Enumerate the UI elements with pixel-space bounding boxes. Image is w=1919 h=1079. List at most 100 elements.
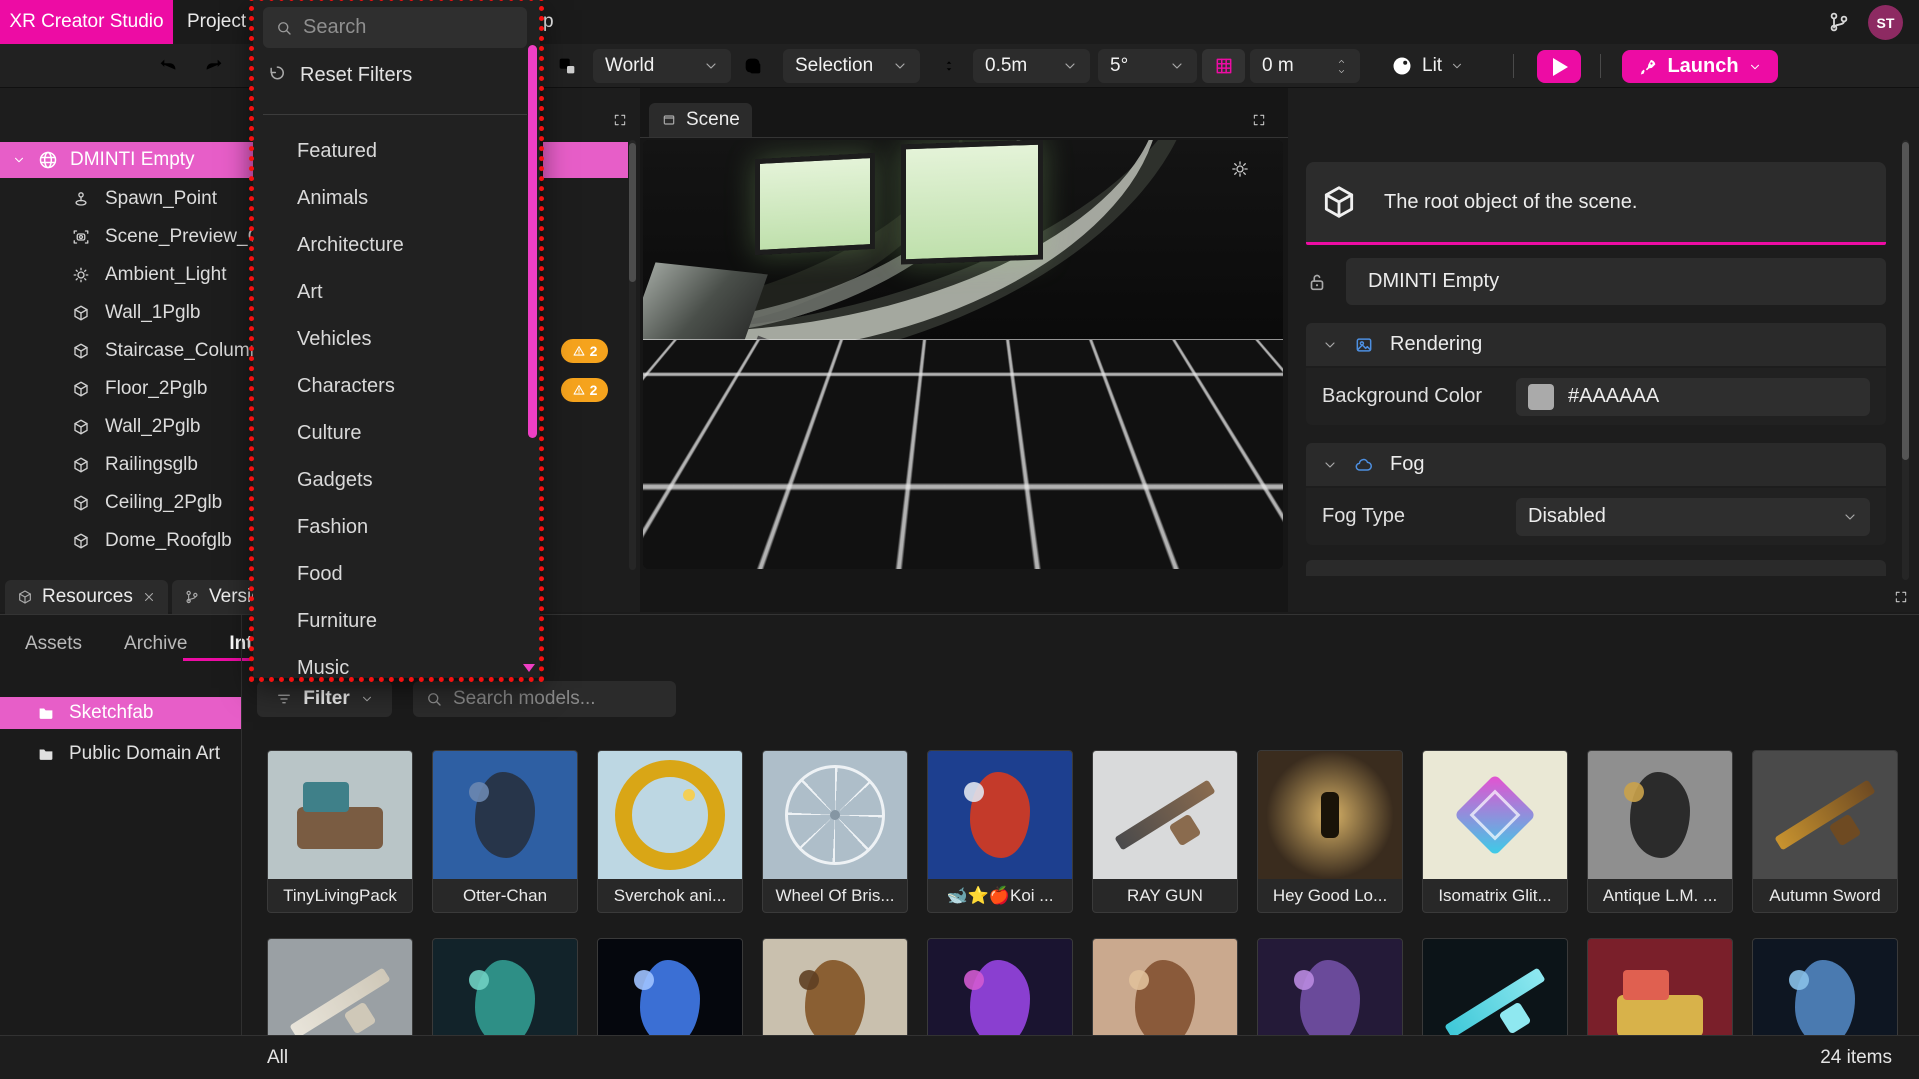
model-card[interactable]: Hey Good Lo... xyxy=(1257,750,1403,913)
stepper-arrows[interactable] xyxy=(1335,57,1348,76)
panel-divider[interactable] xyxy=(241,615,242,1035)
collapsed-section-partial[interactable] xyxy=(1306,560,1886,576)
subtab-archive[interactable]: Archive xyxy=(124,633,187,655)
color-field[interactable]: #AAAAAA xyxy=(1516,378,1870,416)
lock-open-icon[interactable] xyxy=(1306,271,1328,293)
warning-badge[interactable]: 2 xyxy=(561,339,608,363)
avatar[interactable]: ST xyxy=(1868,5,1903,40)
asset-selected-row[interactable] xyxy=(543,142,628,178)
cube-icon xyxy=(72,532,90,550)
color-swatch xyxy=(1528,384,1554,410)
category-item[interactable]: Fashion xyxy=(253,504,540,551)
tab-resources-label: Resources xyxy=(42,586,133,608)
category-search-input[interactable] xyxy=(303,16,540,39)
hint-key: Q xyxy=(744,536,770,560)
grid-offset-stepper[interactable]: 0 m xyxy=(1250,49,1360,83)
shading-dropdown[interactable]: Lit xyxy=(1390,49,1464,83)
select-field[interactable]: Disabled xyxy=(1516,498,1870,536)
model-card[interactable]: Antique L.M. ... xyxy=(1587,750,1733,913)
model-card[interactable]: TinyLivingPack xyxy=(267,750,413,913)
chevron-down-icon[interactable] xyxy=(12,153,26,167)
warning-badge[interactable]: 2 xyxy=(561,378,608,402)
section-header[interactable]: Rendering xyxy=(1306,323,1886,366)
gizmo-axis-dot[interactable] xyxy=(1173,536,1199,562)
rocket-icon xyxy=(1638,57,1658,77)
gizmo-neg-x-handle[interactable] xyxy=(1133,475,1159,501)
viewport-hotkey-hints: FFocusQERotateGGrabEscDeselect xyxy=(652,536,1075,560)
category-item[interactable]: Vehicles xyxy=(253,316,540,363)
thumbnail-art xyxy=(433,751,577,879)
undo-button[interactable] xyxy=(157,49,179,83)
menu-item-project[interactable]: Project xyxy=(187,0,246,44)
category-item[interactable]: Animals xyxy=(253,175,540,222)
model-title: Wheel Of Bris... xyxy=(763,879,907,913)
model-thumbnail xyxy=(268,751,412,879)
section-header[interactable]: Fog xyxy=(1306,443,1886,486)
tab-resources[interactable]: Resources xyxy=(5,580,168,614)
app-title[interactable]: XR Creator Studio xyxy=(0,0,173,44)
chevron-down-icon xyxy=(892,58,908,74)
move-snap-dropdown[interactable]: 0.5m xyxy=(973,49,1090,83)
model-card[interactable]: 🐋⭐🍎Koi ... xyxy=(927,750,1073,913)
duplicate-icon[interactable] xyxy=(742,49,764,83)
hint-label: Deselect xyxy=(997,539,1059,557)
filter-button[interactable]: Filter xyxy=(257,681,392,717)
status-category: All xyxy=(267,1036,288,1079)
model-thumbnail xyxy=(1588,751,1732,879)
scrollbar-thumb[interactable] xyxy=(629,143,636,282)
category-item[interactable]: Art xyxy=(253,269,540,316)
category-item[interactable]: Food xyxy=(253,551,540,598)
folder-item[interactable]: Public Domain Art xyxy=(0,738,241,770)
reset-filters-button[interactable]: Reset Filters xyxy=(267,58,412,92)
model-card[interactable]: Isomatrix Glit... xyxy=(1422,750,1568,913)
move-snap-icon[interactable] xyxy=(938,49,960,83)
category-item[interactable]: Characters xyxy=(253,363,540,410)
play-button[interactable] xyxy=(1537,50,1581,83)
fullscreen-icon[interactable] xyxy=(1894,590,1908,604)
model-thumbnail xyxy=(1423,751,1567,879)
grid-toggle-button[interactable] xyxy=(1202,49,1245,83)
fullscreen-icon[interactable] xyxy=(613,113,627,127)
launch-button[interactable]: Launch xyxy=(1622,50,1778,83)
category-item[interactable]: Gadgets xyxy=(253,457,540,504)
model-search-box[interactable] xyxy=(413,681,676,717)
hint-key: F xyxy=(652,536,678,560)
model-search-input[interactable] xyxy=(453,688,698,710)
scene-viewport[interactable]: Y X Z H FFocusQERotateGGrabEscDeselect xyxy=(643,140,1283,569)
model-card[interactable]: Otter-Chan xyxy=(432,750,578,913)
gizmo-center-handle[interactable]: H xyxy=(1175,478,1187,496)
tab-scene[interactable]: Scene xyxy=(649,103,752,137)
folder-item[interactable]: Sketchfab xyxy=(0,697,241,729)
model-card[interactable]: RAY GUN xyxy=(1092,750,1238,913)
selection-dropdown-value: Selection xyxy=(795,55,873,77)
gear-icon[interactable] xyxy=(1231,160,1249,178)
close-icon[interactable] xyxy=(142,590,156,604)
model-card[interactable]: Sverchok ani... xyxy=(597,750,743,913)
model-card[interactable]: Wheel Of Bris... xyxy=(762,750,908,913)
fullscreen-icon[interactable] xyxy=(1252,113,1266,127)
green-screen-panel xyxy=(755,153,875,255)
search-icon xyxy=(275,19,293,37)
category-item[interactable]: Featured xyxy=(253,128,540,175)
category-item[interactable]: Architecture xyxy=(253,222,540,269)
redo-button[interactable] xyxy=(203,49,225,83)
menu-item-clipped[interactable]: p xyxy=(543,0,554,44)
subtab-assets[interactable]: Assets xyxy=(25,633,82,655)
versions-icon[interactable] xyxy=(1827,10,1851,34)
scrollbar-thumb[interactable] xyxy=(528,45,537,438)
scrollbar-thumb[interactable] xyxy=(1902,142,1909,460)
category-item[interactable]: Culture xyxy=(253,410,540,457)
rotate-snap-dropdown[interactable]: 5° xyxy=(1098,49,1197,83)
category-item[interactable]: Furniture xyxy=(253,598,540,645)
category-search-box[interactable] xyxy=(263,7,527,48)
category-item[interactable]: Music xyxy=(253,645,540,678)
object-name-field[interactable] xyxy=(1346,258,1886,305)
selection-dropdown[interactable]: Selection xyxy=(783,49,920,83)
world-dropdown[interactable]: World xyxy=(593,49,731,83)
cloud-icon xyxy=(1354,455,1374,475)
transform-space-icon[interactable] xyxy=(556,49,578,83)
gizmo-y-handle[interactable]: Y xyxy=(1166,430,1200,464)
model-card[interactable]: Autumn Sword xyxy=(1752,750,1898,913)
image-icon xyxy=(1354,335,1374,355)
scroll-down-arrow[interactable] xyxy=(523,664,535,672)
